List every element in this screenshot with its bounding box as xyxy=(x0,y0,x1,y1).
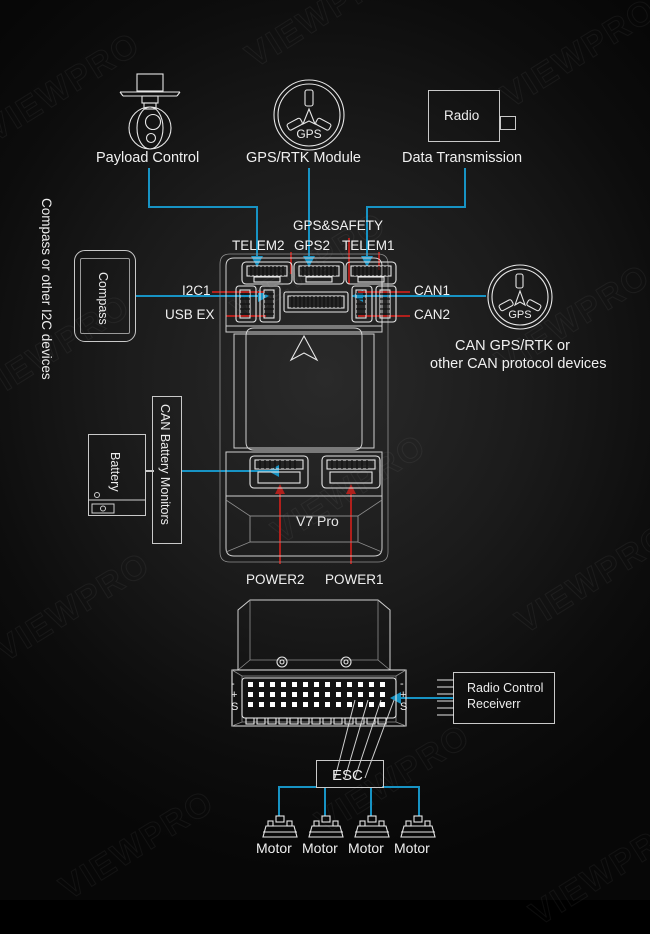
gps-rtk-module-label: GPS/RTK Module xyxy=(246,150,361,166)
can-gps-icon-text: GPS xyxy=(508,309,531,321)
connector-telem2 xyxy=(241,261,293,285)
motor-icon xyxy=(400,815,436,838)
port-label-telem1: TELEM1 xyxy=(342,238,395,253)
motor-icon xyxy=(308,815,344,838)
pin-label-right-s: S xyxy=(400,701,408,713)
wire-esc-to-motor1 xyxy=(278,786,316,788)
radio-box-label: Radio xyxy=(444,108,480,123)
port-label-i2c1: I2C1 xyxy=(182,283,211,298)
gimbal-camera-icon xyxy=(119,73,181,150)
wire-esc-to-motor4 xyxy=(418,788,420,816)
payload-control-label: Payload Control xyxy=(96,150,200,166)
port-label-gps2: GPS2 xyxy=(294,238,331,253)
pin-label-left-s: S xyxy=(231,701,239,713)
can-gps-label-line1: CAN GPS/RTK or xyxy=(455,338,570,354)
connector-can2 xyxy=(375,285,397,323)
motor-label: Motor xyxy=(302,840,338,856)
port-label-power1: POWER1 xyxy=(325,572,384,587)
watermark: VIEWPRO xyxy=(494,0,650,116)
can-gps-label-line2: other CAN protocol devices xyxy=(430,356,607,372)
connector-gps-safety xyxy=(283,291,349,313)
port-label-can1: CAN1 xyxy=(414,283,451,298)
port-label-power2: POWER2 xyxy=(246,572,305,587)
gps-puck-icon: GPS xyxy=(273,79,345,151)
flight-controller-model-label: V7 Pro xyxy=(296,513,339,529)
connector-power2 xyxy=(249,455,309,489)
can-battery-monitors-label: CAN Battery Monitors xyxy=(158,404,172,525)
esc-label: ESC xyxy=(332,767,363,784)
pin-label-right-plus: + xyxy=(400,689,407,701)
wire-esc-to-motor2 xyxy=(324,788,326,816)
battery-connector-icon xyxy=(88,492,146,514)
motor-icon xyxy=(262,815,298,838)
gps-icon-text: GPS xyxy=(296,127,321,141)
pin-label-left-plus: + xyxy=(231,689,238,701)
radio-receiver-label-line1: Radio Control xyxy=(467,681,544,695)
connector-power1 xyxy=(321,455,381,489)
motor-label: Motor xyxy=(348,840,384,856)
watermark: VIEWPRO xyxy=(238,0,408,76)
radio-receiver-label-line2: Receiverr xyxy=(467,697,521,711)
data-transmission-label: Data Transmission xyxy=(402,150,523,166)
connector-i2c1 xyxy=(235,285,257,323)
port-label-telem2: TELEM2 xyxy=(232,238,285,253)
wire-radio-to-telem1 xyxy=(464,168,466,208)
watermark: VIEWPRO xyxy=(508,516,650,642)
connector-can1 xyxy=(351,285,373,323)
wire-esc-to-motor1 xyxy=(278,788,280,816)
motor-icon xyxy=(354,815,390,838)
motor-label: Motor xyxy=(394,840,430,856)
watermark: VIEWPRO xyxy=(0,544,158,670)
wire-radio-to-telem1 xyxy=(366,206,466,208)
receiver-pins-icon xyxy=(437,679,454,716)
port-label-gps-safety: GPS&SAFETY xyxy=(293,218,384,233)
port-label-can2: CAN2 xyxy=(414,307,451,322)
wire-esc-to-motor3 xyxy=(370,788,372,816)
connector-gps2 xyxy=(293,261,345,285)
pin-distribution-board xyxy=(231,599,407,727)
watermark: VIEWPRO xyxy=(522,808,650,934)
port-label-usbex: USB EX xyxy=(165,307,215,322)
can-gps-puck-icon: GPS xyxy=(487,264,553,330)
wire-esc-to-motor4 xyxy=(382,786,420,788)
connector-usbex xyxy=(259,285,281,323)
battery-label: Battery xyxy=(108,452,122,492)
wire-battery-to-monitors xyxy=(146,470,154,472)
connector-telem1 xyxy=(345,261,397,285)
compass-label: Compass xyxy=(96,272,110,325)
compass-side-label: Compass or other I2C devices xyxy=(39,198,54,380)
watermark: VIEWPRO xyxy=(52,782,222,908)
radio-antenna-icon xyxy=(500,116,516,130)
motor-label: Motor xyxy=(256,840,292,856)
wire-payload-to-telem2 xyxy=(148,168,150,208)
wire-payload-to-telem2 xyxy=(148,206,258,208)
